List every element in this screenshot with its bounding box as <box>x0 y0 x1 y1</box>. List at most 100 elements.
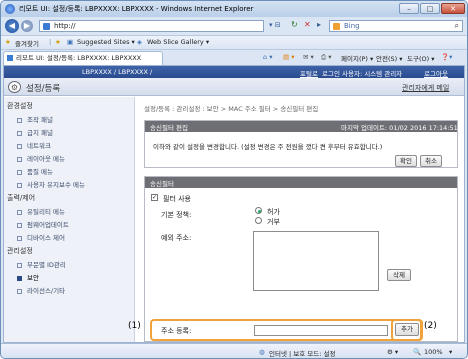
sidebar-section-settings: 환경설정 <box>7 102 33 110</box>
minimize-button[interactable]: – <box>399 3 419 14</box>
sidebar-section-output: 출력/제어 <box>7 194 36 202</box>
sidebar-item-department-id[interactable]: 부문별 ID관리 <box>17 259 66 269</box>
bullet-icon <box>17 169 22 175</box>
exception-label: 예외 주소: <box>161 234 192 242</box>
search-icon[interactable]: ⌕ <box>455 21 459 31</box>
address-row: ◀ ▶ http:// ▾ ⊟ ↻ ✕ ▸ Bing ⌕ <box>1 17 467 35</box>
delete-button[interactable]: 삭제 <box>387 269 411 281</box>
filter-panel-title: 송신필터 <box>150 180 174 188</box>
bullet-icon <box>17 262 22 268</box>
sidebar-item-label: 부문별 ID관리 <box>27 261 66 269</box>
zone-text: 인터넷 | 보호 모드: 설정 <box>269 350 336 358</box>
sidebar-item-security[interactable]: 보안 <box>17 272 39 282</box>
home-icon[interactable]: ⌂ ▾ <box>263 53 272 61</box>
printer-name: LBPXXXX / LBPXXXX / <box>82 68 153 76</box>
bullet-icon <box>17 222 22 228</box>
sidebar-item-user-maintenance[interactable]: 사용자 유지보수 메뉴 <box>17 179 85 189</box>
sidebar-item-label: 디바이스 제어 <box>27 234 65 242</box>
sidebar-item-label: 보안 <box>27 274 39 282</box>
mail-admin-link[interactable]: 관리자에게 메일 <box>402 83 449 93</box>
maximize-button[interactable]: □ <box>420 3 440 14</box>
web-slice-icon: ◈ <box>137 38 142 46</box>
help-menu[interactable]: ❓▾ <box>441 53 452 61</box>
sidebar-item-license[interactable]: 라이선스/기타 <box>17 285 65 295</box>
page-top-bar: LBPXXXX / LBPXXXX / 포털로 로그인 사용자: 시스템 관리자… <box>4 66 464 78</box>
compat-icon[interactable]: ▾ ⊟ <box>269 21 281 29</box>
sidebar-item-network[interactable]: 네트워크 <box>17 140 51 150</box>
filter-panel-header: 송신필터 <box>145 177 457 188</box>
sidebar-item-paper-source[interactable]: 급지 패널 <box>17 127 53 137</box>
policy-deny-radio[interactable] <box>255 217 262 224</box>
sidebar-item-layout[interactable]: 레이아웃 메뉴 <box>17 153 65 163</box>
bing-logo-icon: ▸ <box>317 20 322 29</box>
edit-panel-title: 송신필터 편집 <box>150 124 188 132</box>
bullet-icon <box>17 235 22 241</box>
login-user-text: 로그인 사용자: 시스템 관리자 <box>322 70 403 78</box>
back-button[interactable]: ◀ <box>5 19 19 33</box>
cancel-button[interactable]: 취소 <box>420 155 442 167</box>
bullet-icon <box>17 143 22 149</box>
close-button[interactable]: ✕ <box>441 3 465 14</box>
sidebar-item-control-panel[interactable]: 조작 패널 <box>17 114 53 124</box>
zone-settings-icon[interactable]: ⚙ ▾ <box>387 348 398 356</box>
exception-address-list[interactable] <box>253 231 379 291</box>
sidebar-item-label: 품질 메뉴 <box>27 168 53 176</box>
register-address-input[interactable] <box>254 325 388 336</box>
browser-tab[interactable]: 리모트 UI: 설정/등록: LBPXXXX: LBPXXXX <box>3 51 163 65</box>
use-filter-label: 필터 사용 <box>163 195 191 203</box>
callout-1: (1) <box>128 321 141 331</box>
add-favorite-icon[interactable]: ★ <box>55 38 61 46</box>
search-input[interactable]: Bing ⌕ <box>329 20 463 32</box>
page-title: 설정/등록 <box>26 84 61 94</box>
sidebar-item-firmware[interactable]: 펌웨어업데이트 <box>17 219 69 229</box>
tab-command-row: 리모트 UI: 설정/등록: LBPXXXX: LBPXXXX ⌂ ▾ ▤ ▾ … <box>1 49 467 65</box>
sidebar-item-label: 급지 패널 <box>27 129 53 137</box>
add-button[interactable]: 추가 <box>395 323 419 336</box>
sidebar-item-label: 사용자 유지보수 메뉴 <box>27 181 85 189</box>
favorites-star-icon: ★ <box>5 38 11 46</box>
page-menu[interactable]: 페이지(P) ▾ <box>341 53 373 63</box>
tools-menu[interactable]: 도구(O) ▾ <box>407 53 434 63</box>
bullet-icon <box>17 288 22 294</box>
bullet-icon <box>17 117 22 123</box>
print-icon[interactable]: ⎙ ▾ <box>321 53 332 62</box>
policy-allow-radio[interactable] <box>255 207 262 214</box>
suggested-sites-link[interactable]: Suggested Sites ▾ <box>77 38 135 46</box>
search-placeholder: Bing <box>344 22 360 30</box>
stop-icon[interactable]: ✕ <box>304 20 311 29</box>
sidebar-item-quality[interactable]: 품질 메뉴 <box>17 166 53 176</box>
portal-link[interactable]: 포털로 <box>300 68 318 78</box>
forward-button[interactable]: ▶ <box>21 20 33 32</box>
ok-button[interactable]: 확인 <box>395 155 417 167</box>
browser-window: 리모트 UI: 설정/등록: LBPXXXX: LBPXXXX - Window… <box>0 0 468 359</box>
globe-icon: ◍ <box>259 348 265 356</box>
sidebar-item-utility[interactable]: 유틸리티 메뉴 <box>17 206 65 216</box>
page-content: LBPXXXX / LBPXXXX / 포털로 로그인 사용자: 시스템 관리자… <box>3 65 465 343</box>
register-label: 주소 등록: <box>161 327 192 335</box>
last-updated: 마지막 업데이트: 01/02 2016 17:14:51 <box>341 124 458 132</box>
sidebar: 환경설정 조작 패널 급지 패널 네트워크 레이아웃 메뉴 품질 메뉴 사용자 … <box>4 97 135 342</box>
edit-message: 이하와 같이 설정을 변경합니다. (설정 변경은 주 전원을 껐다 켠 후부터… <box>153 143 383 151</box>
use-filter-checkbox[interactable]: ✓ <box>151 194 158 201</box>
settings-gear-icon: ⚙ <box>8 81 21 93</box>
address-input[interactable]: http:// <box>39 20 264 32</box>
bullet-icon <box>17 209 22 215</box>
zoom-dropdown-icon[interactable]: ▾ <box>449 348 452 356</box>
status-bar: ◍ 인터넷 | 보호 모드: 설정 ⚙ ▾ 🔍 100% ▾ <box>1 343 467 358</box>
breadcrumb: 설정/등록 : 관리설정 : 보안 > MAC 주소 필터 > 송신필터 편집 <box>144 105 319 113</box>
refresh-icon[interactable]: ↻ <box>291 20 298 29</box>
zoom-icon[interactable]: 🔍 <box>413 348 421 356</box>
ie-logo-icon <box>5 4 15 14</box>
logout-link[interactable]: 로그아웃 <box>424 68 448 78</box>
edit-panel-header: 송신필터 편집 마지막 업데이트: 01/02 2016 17:14:51 <box>145 121 458 132</box>
sidebar-item-label: 레이아웃 메뉴 <box>27 155 65 163</box>
favorites-button[interactable]: 즐겨찾기 <box>15 38 39 48</box>
web-slice-gallery-link[interactable]: Web Slice Gallery ▾ <box>147 38 209 46</box>
feeds-icon[interactable]: ▤ ▾ <box>283 53 294 61</box>
edit-panel: 송신필터 편집 마지막 업데이트: 01/02 2016 17:14:51 이하… <box>144 120 458 168</box>
zoom-level[interactable]: 100% <box>424 348 443 356</box>
sidebar-section-management: 관리설정 <box>7 247 33 255</box>
mail-icon[interactable]: ✉ ▾ <box>303 53 314 61</box>
safety-menu[interactable]: 안전(S) ▾ <box>376 53 403 63</box>
sidebar-item-device-control[interactable]: 디바이스 제어 <box>17 232 65 242</box>
